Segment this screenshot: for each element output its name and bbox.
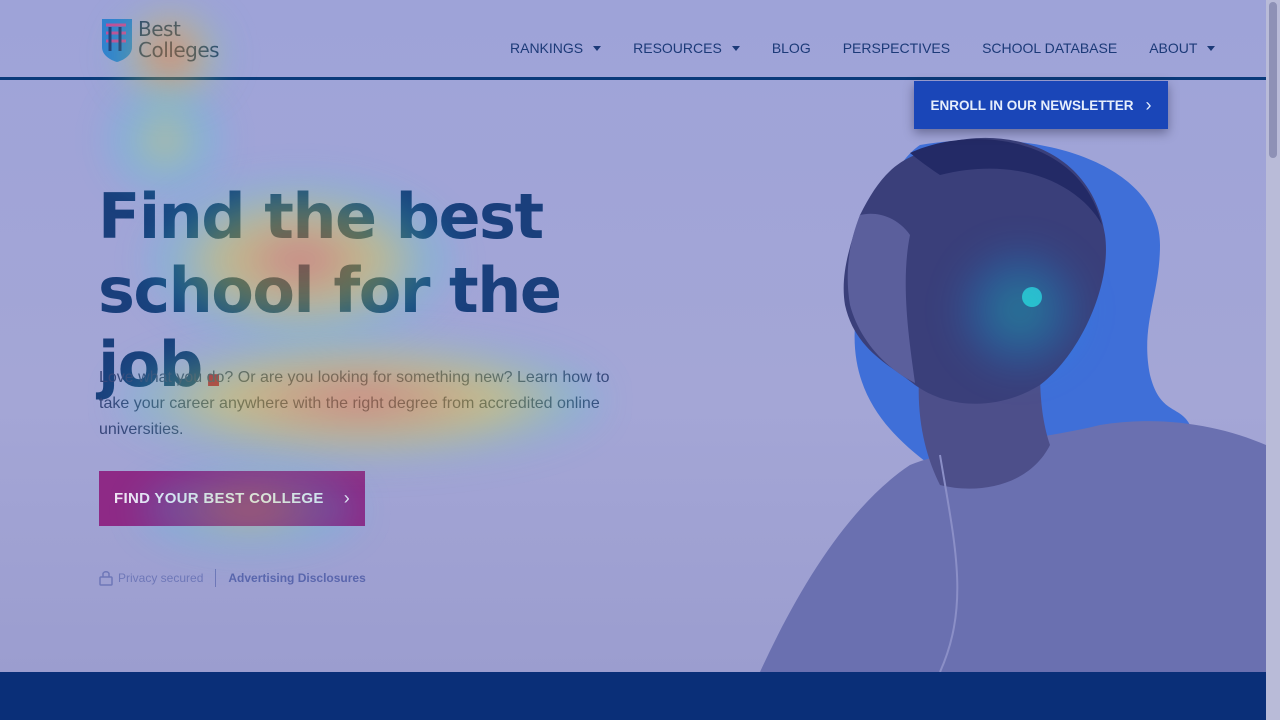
nav-blog[interactable]: BLOG xyxy=(772,40,811,56)
student-portrait-image xyxy=(760,137,1266,672)
nav-about-label: ABOUT xyxy=(1149,40,1198,56)
privacy-label: Privacy secured xyxy=(118,571,204,585)
footer-band xyxy=(0,672,1266,720)
advertising-disclosures-link[interactable]: Advertising Disclosures xyxy=(228,571,365,585)
lock-icon xyxy=(99,571,113,586)
nav-blog-label: BLOG xyxy=(771,40,811,56)
nav-resources[interactable]: RESOURCES xyxy=(633,40,740,56)
logo-line-1: Best xyxy=(138,17,181,41)
bestcolleges-logo[interactable]: Best Colleges xyxy=(100,16,230,64)
footnote-divider xyxy=(215,569,217,587)
newsletter-button-label: ENROLL IN OUR NEWSLETTER xyxy=(930,97,1134,113)
site-header: Best Colleges RANKINGS RESOURCES BLOG PE… xyxy=(0,0,1266,80)
chevron-right-icon: › xyxy=(1145,94,1152,115)
shield-logo-icon xyxy=(102,19,132,62)
nav-school-database-label: SCHOOL DATABASE xyxy=(982,40,1118,56)
headline-line-1: Find the best xyxy=(98,180,544,253)
find-college-button[interactable]: FIND YOUR BEST COLLEGE › xyxy=(99,471,365,526)
nav-school-database[interactable]: SCHOOL DATABASE xyxy=(982,40,1117,56)
main-nav: RANKINGS RESOURCES BLOG PERSPECTIVES SCH… xyxy=(510,40,1247,56)
nav-resources-label: RESOURCES xyxy=(633,40,722,56)
scrollbar-thumb[interactable] xyxy=(1269,2,1277,158)
caret-down-icon xyxy=(593,45,602,51)
find-college-button-label: FIND YOUR BEST COLLEGE xyxy=(114,490,324,507)
hero-footnote: Privacy secured Advertising Disclosures xyxy=(99,569,366,587)
logo-line-2: Colleges xyxy=(138,38,220,62)
nav-about[interactable]: ABOUT xyxy=(1149,40,1216,56)
hero-lead-text: Love what you do? Or are you looking for… xyxy=(99,369,610,438)
caret-down-icon xyxy=(731,45,740,51)
scrollbar[interactable] xyxy=(1266,0,1280,720)
caret-down-icon xyxy=(1207,45,1216,51)
nav-perspectives[interactable]: PERSPECTIVES xyxy=(843,40,950,56)
newsletter-button[interactable]: ENROLL IN OUR NEWSLETTER › xyxy=(914,81,1168,129)
nav-perspectives-label: PERSPECTIVES xyxy=(842,40,951,56)
nav-rankings[interactable]: RANKINGS xyxy=(510,40,602,56)
nav-rankings-label: RANKINGS xyxy=(510,40,584,56)
logo-wordmark: Best Colleges xyxy=(138,17,220,62)
chevron-right-icon: › xyxy=(343,488,350,508)
page: Best Colleges RANKINGS RESOURCES BLOG PE… xyxy=(0,0,1280,720)
